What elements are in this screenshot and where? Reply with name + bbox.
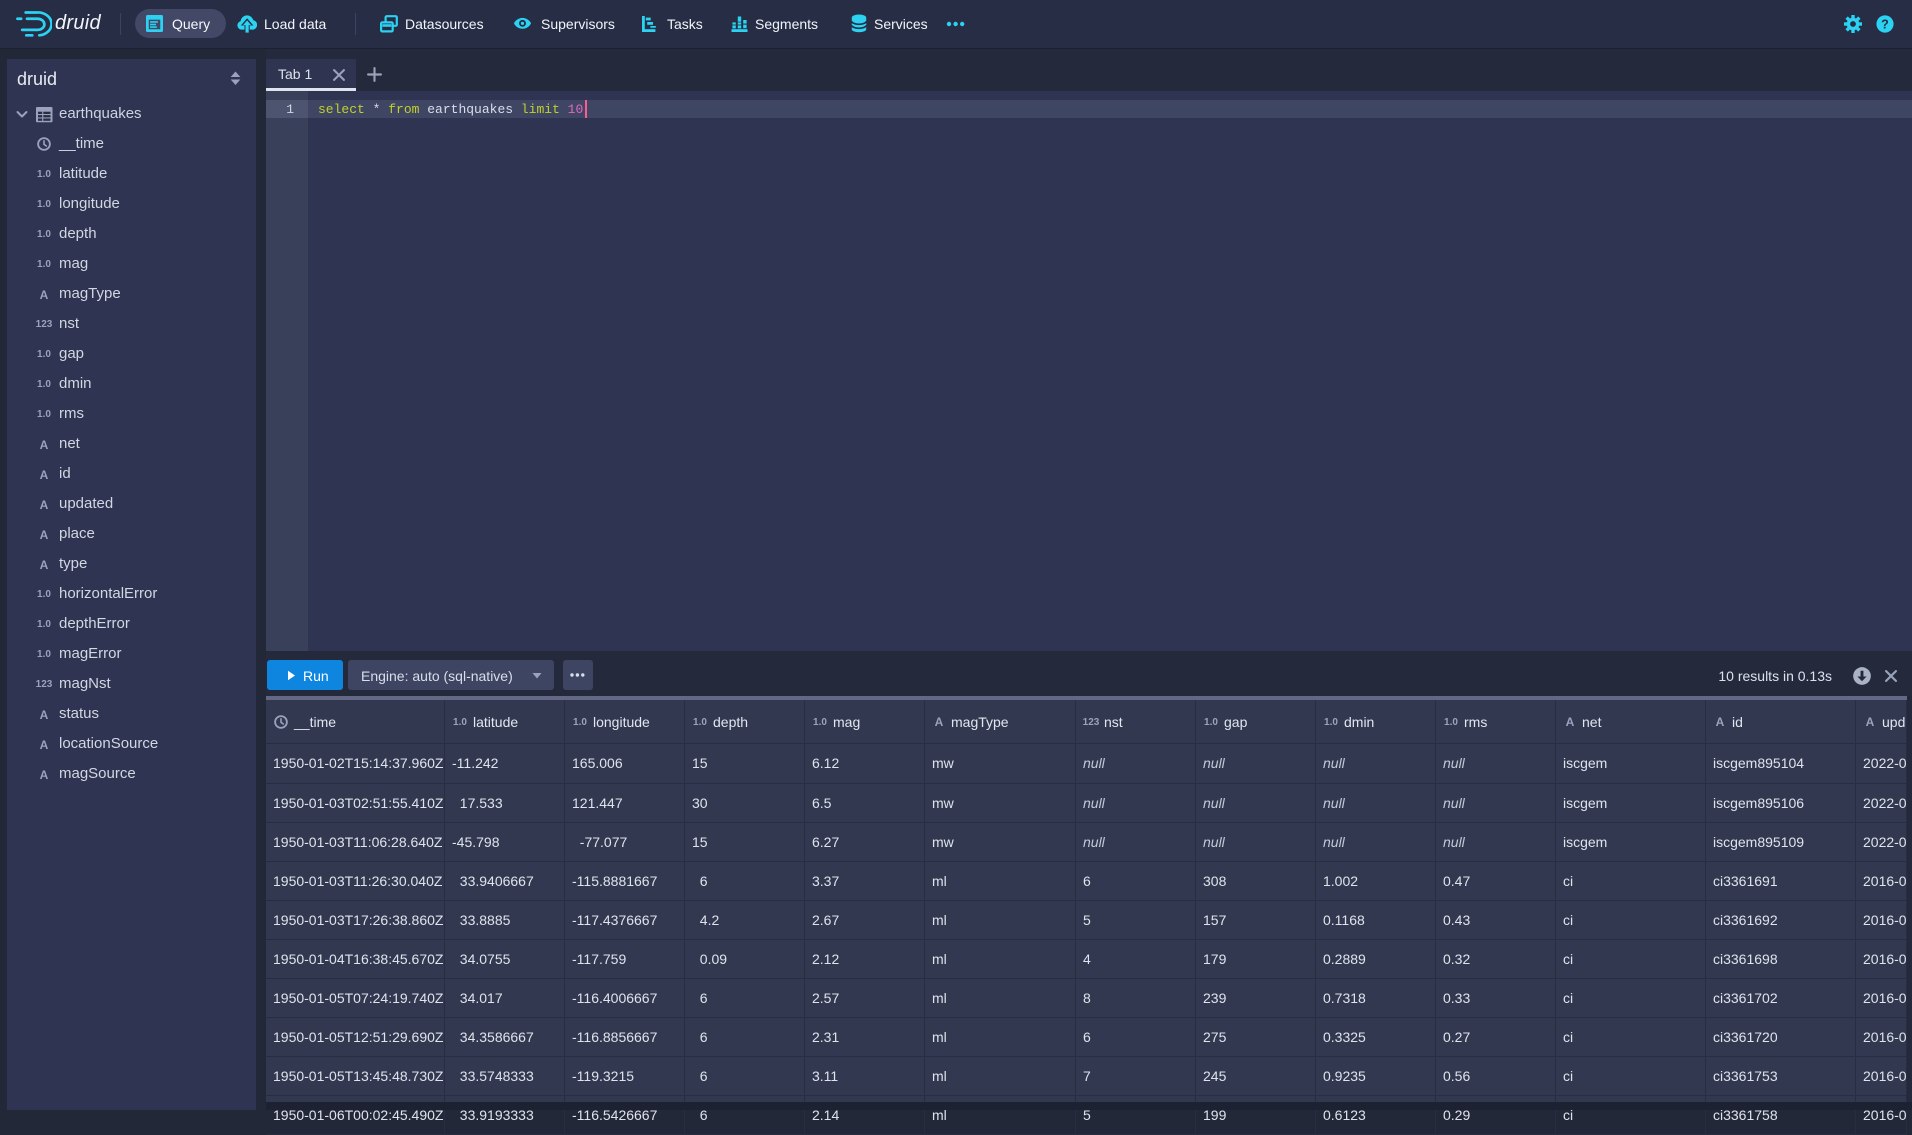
- svg-text:?: ?: [1881, 17, 1889, 31]
